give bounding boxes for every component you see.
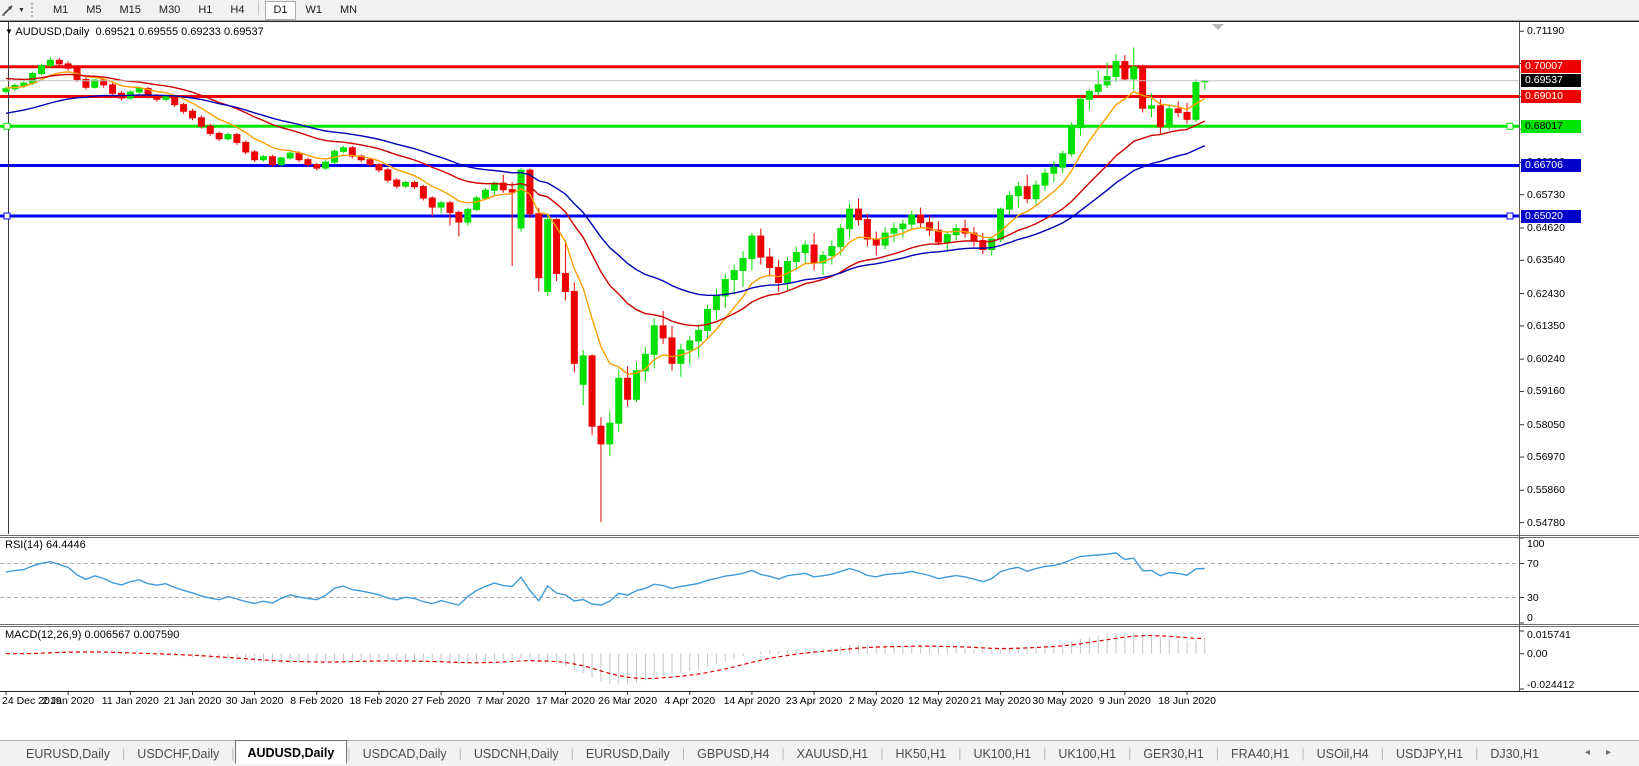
chart-shift-marker[interactable] [1212, 24, 1224, 30]
date-label: 2 May 2020 [848, 695, 904, 707]
macd-tick-label: 0.015741 [1527, 629, 1571, 641]
macd-separator-2 [0, 626, 1639, 627]
macd-separator[interactable] [0, 624, 1639, 625]
chart-tab-bar: EURUSD,Daily | USDCHF,Daily | AUDUSD,Daily | U… [0, 739, 1639, 766]
price-tick-label: 0.56970 [1527, 451, 1565, 464]
price-badge: 0.70007 [1521, 60, 1581, 74]
price-badge: 0.65020 [1521, 209, 1581, 223]
macd-main-value: 0.006567 [84, 629, 131, 641]
chart-tab-eurusd-daily[interactable]: EURUSD,Daily [14, 744, 122, 764]
date-label: 2 Jan 2020 [42, 695, 95, 707]
symbol-name: AUDUSD,Daily [15, 26, 90, 38]
rsi-separator[interactable] [0, 535, 1639, 536]
chart-tab-fra40-h1[interactable]: FRA40,H1 [1219, 744, 1301, 764]
date-label: 21 Jan 2020 [163, 695, 222, 707]
macd-label: MACD(12,26,9) 0.006567 0.007590 [5, 629, 180, 641]
ohlc-close: 0.69537 [223, 26, 264, 38]
price-tick-label: 0.59160 [1527, 385, 1565, 398]
price-badge: 0.66706 [1521, 159, 1581, 173]
rsi-separator-2 [0, 537, 1639, 538]
price-badge: 0.68017 [1521, 119, 1581, 133]
chart-tab-usdcnh-daily[interactable]: USDCNH,Daily [462, 744, 571, 764]
price-badge: 0.69537 [1521, 74, 1581, 88]
ohlc-open: 0.69521 [95, 26, 136, 38]
symbol-dropdown-icon[interactable]: ▼ [5, 27, 13, 36]
rsi-tick-label: 70 [1527, 557, 1539, 570]
price-tick-label: 0.63540 [1527, 254, 1565, 267]
chart-tab-hk50-h1[interactable]: HK50,H1 [883, 744, 958, 764]
price-tick-label: 0.60240 [1527, 353, 1565, 366]
date-label: 14 Apr 2020 [723, 695, 781, 707]
price-tick-label: 0.64620 [1527, 221, 1565, 234]
date-label: 23 Apr 2020 [785, 695, 843, 707]
chart-tab-audusd-daily[interactable]: AUDUSD,Daily [234, 739, 348, 764]
chart-tab-usoil-h4[interactable]: USOil,H4 [1305, 744, 1381, 764]
date-label: 11 Jan 2020 [101, 695, 159, 707]
chart-tab-uk100-h1[interactable]: UK100,H1 [961, 744, 1043, 764]
date-label: 12 May 2020 [908, 695, 969, 707]
rsi-tick-label: 0 [1527, 612, 1533, 624]
date-label: 21 May 2020 [970, 695, 1031, 707]
chart-tab-xauusd-h1[interactable]: XAUUSD,H1 [785, 744, 881, 764]
tab-scroll-left-icon[interactable]: ◂ [1585, 747, 1606, 758]
date-label: 17 Mar 2020 [535, 695, 595, 707]
chart-tab-usdchf-daily[interactable]: USDCHF,Daily [125, 744, 231, 764]
chart-tab-dj30-h1[interactable]: DJ30,H1 [1478, 744, 1551, 764]
price-axis-line [1519, 22, 1520, 691]
price-tick-label: 0.58050 [1527, 418, 1565, 431]
date-label: 18 Jun 2020 [1158, 695, 1216, 707]
price-tick-label: 0.62430 [1527, 287, 1565, 300]
macd-tick-label: -0.024412 [1527, 679, 1575, 691]
date-label: 30 Jan 2020 [225, 695, 284, 707]
rsi-value: 64.4446 [45, 539, 86, 551]
tab-scroll-arrows: ◂▸ [1585, 747, 1627, 758]
ohlc-low: 0.69233 [181, 26, 221, 38]
chart-canvas[interactable] [0, 0, 1639, 765]
chart-tab-gbpusd-h4[interactable]: GBPUSD,H4 [685, 744, 781, 764]
price-tick-label: 0.61350 [1527, 319, 1565, 332]
date-label: 27 Feb 2020 [411, 695, 471, 707]
price-tick-label: 0.54780 [1527, 516, 1565, 529]
price-tick-label: 0.55860 [1527, 484, 1565, 497]
date-label: 7 Mar 2020 [476, 695, 530, 707]
chart-tab-eurusd-daily[interactable]: EURUSD,Daily [574, 744, 682, 764]
macd-tick-label: 0.00 [1527, 647, 1548, 660]
rsi-tick-label: 100 [1527, 538, 1545, 550]
tab-scroll-right-icon[interactable]: ▸ [1606, 747, 1627, 758]
date-label: 30 May 2020 [1032, 695, 1094, 707]
chart-tab-usdjpy-h1[interactable]: USDJPY,H1 [1384, 744, 1475, 764]
date-label: 4 Apr 2020 [664, 695, 716, 707]
price-tick-label: 0.71190 [1527, 25, 1565, 38]
price-badge: 0.69010 [1521, 90, 1581, 104]
ohlc-high: 0.69555 [138, 26, 179, 38]
date-label: 8 Feb 2020 [290, 695, 344, 707]
chart-tab-usdcad-daily[interactable]: USDCAD,Daily [351, 744, 459, 764]
macd-signal-value: 0.007590 [133, 629, 180, 641]
rsi-tick-label: 30 [1527, 591, 1539, 604]
date-label: 18 Feb 2020 [349, 695, 409, 707]
date-label: 9 Jun 2020 [1098, 695, 1151, 707]
chart-tab-uk100-h1[interactable]: UK100,H1 [1046, 744, 1128, 764]
date-label: 26 Mar 2020 [598, 695, 658, 707]
chart-top-border [0, 21, 1639, 22]
price-tick-label: 0.65730 [1527, 188, 1565, 201]
chart-tab-ger30-h1[interactable]: GER30,H1 [1131, 744, 1215, 764]
chart-title: ▼ AUDUSD,Daily 0.69521 0.69555 0.69233 0… [5, 26, 264, 38]
date-axis-border [0, 691, 1639, 692]
rsi-label: RSI(14) 64.4446 [5, 539, 86, 551]
